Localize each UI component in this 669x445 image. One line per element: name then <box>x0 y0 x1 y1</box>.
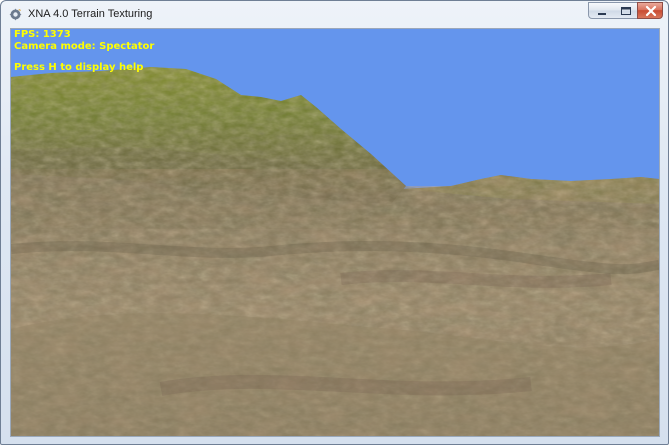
minimize-button[interactable] <box>588 2 614 19</box>
terrain-scene <box>11 29 659 436</box>
title-bar[interactable]: XNA 4.0 Terrain Texturing <box>1 1 668 28</box>
maximize-button[interactable] <box>613 2 638 19</box>
close-icon <box>645 5 657 17</box>
close-button[interactable] <box>637 2 663 19</box>
hud-camera-mode: Camera mode: Spectator <box>14 41 155 52</box>
maximize-icon <box>621 7 631 15</box>
minimize-icon <box>598 13 606 15</box>
application-window: XNA 4.0 Terrain Texturing FPS: 1373 Came… <box>0 0 669 445</box>
window-title: XNA 4.0 Terrain Texturing <box>28 8 153 20</box>
hud-help-hint: Press H to display help <box>14 62 144 73</box>
xna-gear-icon <box>9 8 22 21</box>
hud-fps-counter: FPS: 1373 <box>14 29 71 40</box>
game-viewport[interactable]: FPS: 1373 Camera mode: Spectator Press H… <box>10 28 660 437</box>
